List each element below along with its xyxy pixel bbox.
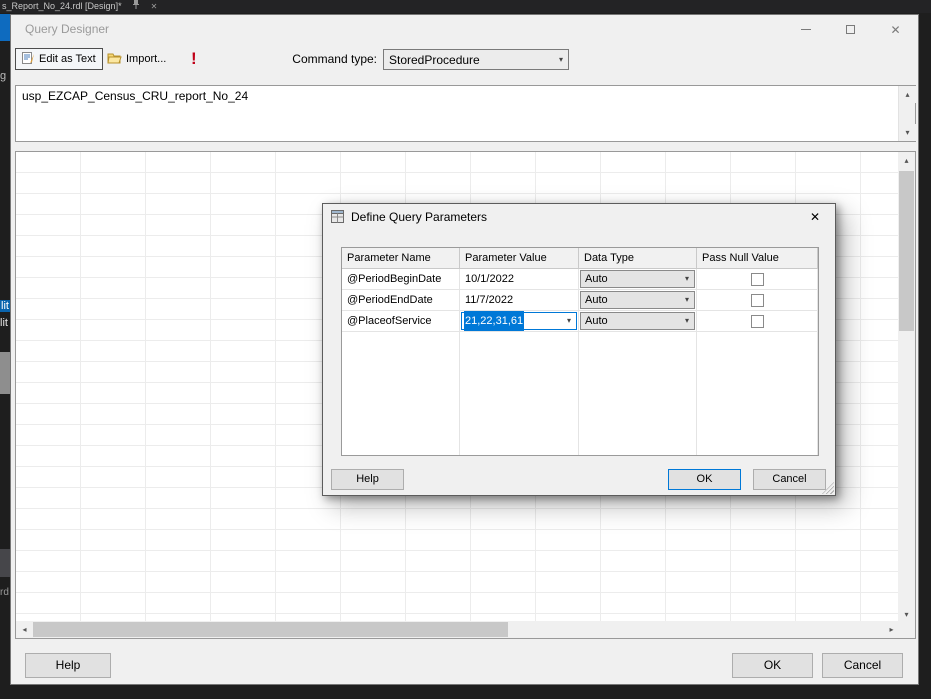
data-type-value: Auto xyxy=(585,294,608,306)
data-type-value: Auto xyxy=(585,315,608,327)
scroll-up-icon[interactable]: ▴ xyxy=(899,86,916,103)
data-type-select[interactable]: Auto ▾ xyxy=(580,291,695,309)
chevron-down-icon: ▾ xyxy=(684,274,689,283)
minimize-icon xyxy=(800,29,811,30)
background-fragment: rd xyxy=(0,587,9,598)
query-designer-toolbar: Edit as Text Import... ! Command type: S… xyxy=(15,46,914,74)
edit-as-text-label: Edit as Text xyxy=(39,53,96,65)
vertical-scroll-thumb[interactable] xyxy=(899,171,914,331)
pass-null-checkbox[interactable] xyxy=(750,314,764,328)
chevron-down-icon: ▾ xyxy=(566,316,571,325)
data-type-select[interactable]: Auto ▾ xyxy=(580,270,695,288)
window-controls: ✕ xyxy=(783,15,918,44)
parameters-table: Parameter Name Parameter Value Data Type… xyxy=(341,247,819,456)
window-title: Query Designer xyxy=(25,22,110,36)
background-fragment: lit xyxy=(0,317,8,329)
query-designer-titlebar[interactable]: Query Designer ✕ xyxy=(11,15,918,44)
command-type-label: Command type: xyxy=(292,52,377,66)
parameter-name-cell[interactable]: @PeriodBeginDate xyxy=(342,269,460,289)
edit-as-text-icon xyxy=(22,51,35,67)
dialog-ok-button[interactable]: OK xyxy=(668,469,741,490)
help-button[interactable]: Help xyxy=(25,653,111,678)
close-icon: ✕ xyxy=(890,22,901,37)
import-button[interactable]: Import... xyxy=(101,48,172,70)
maximize-button[interactable] xyxy=(828,15,873,44)
scroll-up-icon[interactable]: ▴ xyxy=(898,152,915,169)
pass-null-checkbox[interactable] xyxy=(750,293,764,307)
ok-button[interactable]: OK xyxy=(732,653,813,678)
parameter-value-combo[interactable]: 21,22,31,61 ▾ xyxy=(461,311,577,331)
document-tab-title: s_Report_No_24.rdl [Design]* xyxy=(2,1,122,11)
tab-close-icon[interactable]: ✕ xyxy=(151,0,158,13)
column-header-parameter-name[interactable]: Parameter Name xyxy=(342,248,460,268)
background-blue-block xyxy=(0,14,10,41)
background-gray-block xyxy=(0,352,10,394)
screen: s_Report_No_24.rdl [Design]* ✕ g lit lit… xyxy=(0,0,931,699)
pass-null-checkbox[interactable] xyxy=(750,272,764,286)
command-type-select[interactable]: StoredProcedure ▾ xyxy=(383,49,569,70)
cancel-button[interactable]: Cancel xyxy=(822,653,903,678)
table-header-row: Parameter Name Parameter Value Data Type… xyxy=(342,248,818,269)
parameter-name-cell[interactable]: @PeriodEndDate xyxy=(342,290,460,310)
sql-text[interactable]: usp_EZCAP_Census_CRU_report_No_24 xyxy=(22,89,893,103)
edit-as-text-button[interactable]: Edit as Text xyxy=(15,48,103,70)
import-label: Import... xyxy=(126,53,167,65)
parameter-value-cell[interactable]: 11/7/2022 xyxy=(460,290,579,310)
execute-button[interactable]: ! xyxy=(187,46,201,72)
chevron-down-icon: ▾ xyxy=(684,316,689,325)
horizontal-scrollbar[interactable]: ◂ ▸ xyxy=(16,621,900,638)
exclamation-icon: ! xyxy=(191,49,197,68)
parameters-dialog-icon xyxy=(331,210,344,228)
sql-scrollbar[interactable]: ▴ ▾ xyxy=(898,86,916,141)
data-type-select[interactable]: Auto ▾ xyxy=(580,312,695,330)
ide-tab-bar: s_Report_No_24.rdl [Design]* ✕ xyxy=(0,0,931,13)
pin-icon[interactable] xyxy=(132,0,140,13)
folder-open-icon xyxy=(107,52,122,67)
command-type-value: StoredProcedure xyxy=(389,52,480,67)
close-button[interactable]: ✕ xyxy=(873,15,918,44)
data-type-value: Auto xyxy=(585,273,608,285)
chevron-down-icon: ▾ xyxy=(684,295,689,304)
sql-text-area[interactable]: usp_EZCAP_Census_CRU_report_No_24 ▴ ▾ xyxy=(15,85,916,142)
selected-value-text: 21,22,31,61 xyxy=(464,311,525,331)
column-header-data-type[interactable]: Data Type xyxy=(579,248,697,268)
vertical-scrollbar[interactable]: ▴ ▾ xyxy=(898,152,915,623)
dialog-titlebar[interactable]: Define Query Parameters ✕ xyxy=(323,204,835,231)
maximize-icon xyxy=(846,25,855,34)
scroll-left-icon[interactable]: ◂ xyxy=(16,621,33,638)
background-fragment: g xyxy=(0,70,7,82)
parameter-row-periodbegindate: @PeriodBeginDate 10/1/2022 Auto ▾ xyxy=(342,269,818,290)
dialog-cancel-button[interactable]: Cancel xyxy=(753,469,826,490)
dialog-help-button[interactable]: Help xyxy=(331,469,404,490)
scroll-down-icon[interactable]: ▾ xyxy=(899,124,916,141)
column-header-parameter-value[interactable]: Parameter Value xyxy=(460,248,579,268)
define-query-parameters-dialog: Define Query Parameters ✕ Parameter Name… xyxy=(322,203,836,496)
dialog-close-icon[interactable]: ✕ xyxy=(801,207,829,227)
minimize-button[interactable] xyxy=(783,15,828,44)
horizontal-scroll-thumb[interactable] xyxy=(33,622,508,637)
dialog-title: Define Query Parameters xyxy=(351,210,488,224)
scrollbar-corner xyxy=(898,621,915,638)
table-empty-area xyxy=(342,332,818,455)
parameter-value-cell[interactable]: 10/1/2022 xyxy=(460,269,579,289)
column-header-pass-null-value[interactable]: Pass Null Value xyxy=(697,248,818,268)
document-tab[interactable]: s_Report_No_24.rdl [Design]* ✕ xyxy=(0,0,157,13)
parameter-row-periodenddate: @PeriodEndDate 11/7/2022 Auto ▾ xyxy=(342,290,818,311)
chevron-down-icon: ▾ xyxy=(558,55,563,64)
background-dark-block xyxy=(0,549,10,577)
background-fragment-selected: lit xyxy=(0,300,10,312)
parameter-row-placeofservice: @PlaceofService 21,22,31,61 ▾ Auto ▾ xyxy=(342,311,818,332)
parameter-name-cell[interactable]: @PlaceofService xyxy=(342,311,460,331)
